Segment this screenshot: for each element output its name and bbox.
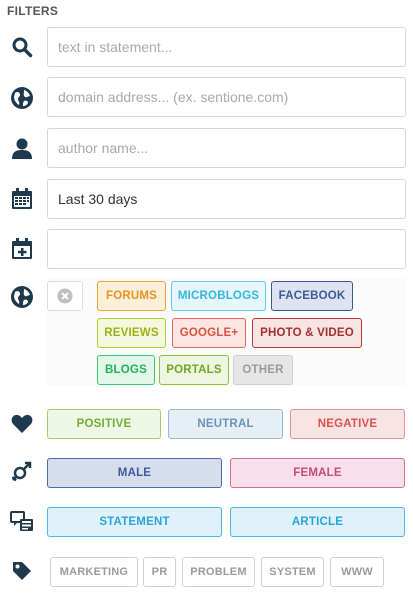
source-forums[interactable]: FORUMS — [97, 281, 166, 311]
content-type-statement[interactable]: STATEMENT — [47, 507, 222, 537]
source-google-plus[interactable]: GOOGLE+ — [172, 318, 246, 348]
globe-icon — [9, 85, 35, 111]
sentiment-positive[interactable]: POSITIVE — [47, 409, 161, 439]
source-photo-video[interactable]: PHOTO & VIDEO — [252, 318, 362, 348]
category-problem[interactable]: PROBLEM — [182, 557, 255, 587]
heart-icon — [9, 411, 35, 437]
author-input[interactable] — [47, 128, 406, 168]
tag-icon — [9, 558, 35, 584]
category-system[interactable]: SYSTEM — [261, 557, 324, 587]
gender-male[interactable]: MALE — [47, 458, 222, 488]
sentiment-neutral[interactable]: NEUTRAL — [168, 409, 283, 439]
source-other[interactable]: OTHER — [233, 355, 293, 385]
statement-search-input[interactable] — [47, 27, 406, 67]
close-circle-icon — [57, 288, 73, 304]
category-marketing[interactable]: MARKETING — [50, 557, 138, 587]
category-www[interactable]: WWW — [330, 557, 384, 587]
category-pr[interactable]: PR — [143, 557, 176, 587]
date-range-input[interactable] — [47, 179, 406, 219]
calendar-add-icon — [9, 236, 35, 262]
chat-screen-icon — [9, 509, 35, 535]
sentiment-negative[interactable]: NEGATIVE — [290, 409, 405, 439]
source-microblogs[interactable]: MICROBLOGS — [171, 281, 266, 311]
source-reviews[interactable]: REVIEWS — [97, 318, 166, 348]
gender-icon — [9, 459, 35, 485]
source-blogs[interactable]: BLOGS — [97, 355, 155, 385]
content-type-article[interactable]: ARTICLE — [230, 507, 405, 537]
person-icon — [9, 135, 35, 161]
calendar-icon — [9, 186, 35, 212]
globe-icon — [9, 284, 35, 310]
clear-sources-button[interactable] — [47, 281, 83, 311]
source-portals[interactable]: PORTALS — [159, 355, 229, 385]
search-icon — [9, 34, 35, 60]
custom-date-input[interactable] — [47, 229, 406, 269]
filters-title: FILTERS — [7, 4, 59, 18]
domain-input[interactable] — [47, 77, 406, 117]
source-facebook[interactable]: FACEBOOK — [271, 281, 353, 311]
gender-female[interactable]: FEMALE — [230, 458, 405, 488]
